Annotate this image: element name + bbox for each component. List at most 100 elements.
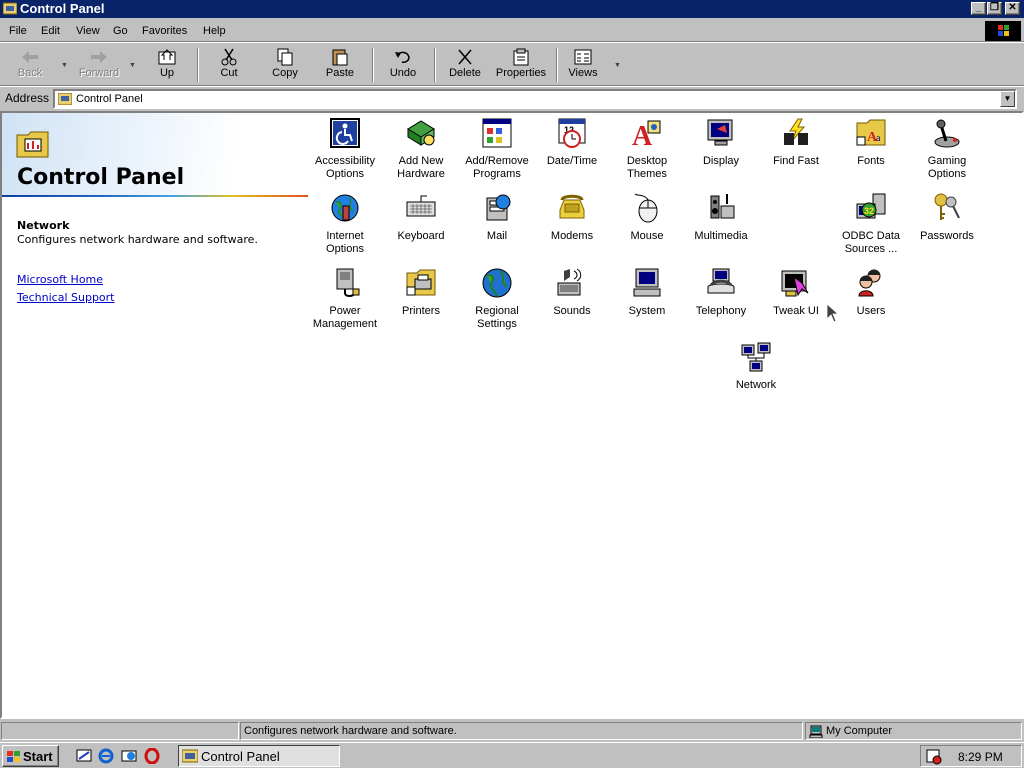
- date-time-item[interactable]: 12 Date/Time: [534, 117, 610, 168]
- restore-button[interactable]: ❐: [987, 2, 1002, 15]
- calendar-clock-icon: 12: [558, 118, 586, 148]
- computer-icon: [633, 268, 661, 297]
- copy-icon: [277, 48, 293, 66]
- find-fast-item[interactable]: Find Fast: [758, 117, 834, 168]
- users-icon: [858, 269, 881, 297]
- views-button[interactable]: Views: [562, 46, 604, 86]
- passwords-item[interactable]: Passwords: [909, 192, 985, 243]
- control-panel-folder-icon: [16, 131, 49, 158]
- joystick-icon: [934, 119, 960, 148]
- users-item[interactable]: Users: [833, 267, 909, 318]
- control-panel-icon: [182, 749, 198, 763]
- regional-settings-item[interactable]: Regional Settings: [459, 267, 535, 331]
- mail-item[interactable]: Mail: [459, 192, 535, 243]
- internet-explorer-icon[interactable]: [98, 748, 114, 764]
- toolbar-separator: [372, 48, 374, 82]
- keyboard-item[interactable]: Keyboard: [383, 192, 459, 243]
- internet-globe-icon: [331, 194, 359, 222]
- add-new-hardware-item[interactable]: Add New Hardware: [383, 117, 459, 181]
- monitor-icon: [707, 119, 733, 146]
- gaming-options-item[interactable]: Gaming Options: [909, 117, 985, 181]
- properties-icon: [513, 48, 529, 66]
- status-message: Configures network hardware and software…: [240, 722, 803, 740]
- address-bar: Address Control Panel ▼: [0, 88, 1024, 110]
- modems-item[interactable]: Modems: [534, 192, 610, 243]
- address-field[interactable]: Control Panel ▼: [53, 89, 1017, 109]
- copy-button[interactable]: Copy: [263, 46, 307, 86]
- power-management-item[interactable]: Power Management: [307, 267, 383, 331]
- outlook-express-icon[interactable]: [121, 748, 137, 764]
- fonts-item[interactable]: Aa Fonts: [833, 117, 909, 168]
- delete-button[interactable]: Delete: [443, 46, 487, 86]
- desktop-themes-item[interactable]: A Desktop Themes: [609, 117, 685, 181]
- status-zone-label: My Computer: [826, 725, 893, 737]
- close-button[interactable]: ✕: [1005, 2, 1020, 15]
- menu-file[interactable]: File: [9, 25, 27, 37]
- internet-options-item[interactable]: Internet Options: [307, 192, 383, 256]
- technical-support-link[interactable]: Technical Support: [17, 291, 115, 304]
- menu-view[interactable]: View: [76, 25, 100, 37]
- display-item[interactable]: Display: [683, 117, 759, 168]
- mouse-item[interactable]: Mouse: [609, 192, 685, 243]
- toolbar-separator: [556, 48, 558, 82]
- paste-button[interactable]: Paste: [318, 46, 362, 86]
- accessibility-options-item[interactable]: Accessibility Options: [307, 117, 383, 181]
- network-item[interactable]: Network: [718, 341, 794, 392]
- cut-button[interactable]: Cut: [207, 46, 251, 86]
- views-dropdown-icon[interactable]: ▼: [614, 62, 621, 69]
- svg-text:32: 32: [864, 206, 874, 216]
- telephone-icon: [707, 268, 735, 294]
- undo-icon: [395, 51, 410, 63]
- tweak-ui-item[interactable]: Tweak UI: [758, 267, 834, 318]
- windows-flag-icon: [7, 751, 20, 762]
- properties-button[interactable]: Properties: [494, 46, 548, 86]
- page-title: Control Panel: [17, 165, 185, 190]
- show-desktop-icon[interactable]: [76, 748, 92, 764]
- forward-dropdown-icon[interactable]: ▼: [129, 62, 136, 69]
- telephony-item[interactable]: Telephony: [683, 267, 759, 318]
- my-computer-icon: [809, 725, 823, 738]
- address-dropdown-button[interactable]: ▼: [1000, 91, 1015, 107]
- multimedia-item[interactable]: Multimedia: [683, 192, 759, 243]
- printers-item[interactable]: Printers: [383, 267, 459, 318]
- system-item[interactable]: System: [609, 267, 685, 318]
- views-grid-icon: [574, 49, 592, 65]
- forward-button[interactable]: Forward: [74, 46, 124, 86]
- desktop-themes-icon: A: [632, 120, 661, 149]
- fonts-folder-icon: Aa: [856, 119, 886, 146]
- menu-help[interactable]: Help: [203, 25, 226, 37]
- title-bar[interactable]: Control Panel _ ❐ ✕: [0, 0, 1024, 18]
- minimize-button[interactable]: _: [971, 2, 986, 15]
- menu-go[interactable]: Go: [113, 25, 128, 37]
- opera-icon[interactable]: [144, 748, 160, 764]
- selected-item-name: Network: [17, 219, 70, 232]
- menu-edit[interactable]: Edit: [41, 25, 60, 37]
- menu-favorites[interactable]: Favorites: [142, 25, 187, 37]
- add-remove-programs-item[interactable]: Add/Remove Programs: [459, 117, 535, 181]
- title-rule: [2, 195, 308, 197]
- folder-view: Control Panel Network Configures network…: [0, 111, 1024, 719]
- odbc-data-sources-item[interactable]: 32 ODBC Data Sources ...: [833, 192, 909, 256]
- mail-icon: [486, 194, 511, 221]
- menu-bar: File Edit View Go Favorites Help: [0, 20, 1024, 42]
- taskbar-button-control-panel[interactable]: Control Panel: [178, 745, 340, 767]
- forward-arrow-icon: [91, 51, 107, 63]
- multimedia-icon: [710, 194, 735, 219]
- back-button[interactable]: Back: [6, 46, 54, 86]
- add-remove-programs-icon: [482, 118, 512, 148]
- tweak-ui-icon: [781, 270, 809, 297]
- sounds-item[interactable]: Sounds: [534, 267, 610, 318]
- undo-button[interactable]: Undo: [381, 46, 425, 86]
- power-plug-icon: [336, 268, 360, 297]
- clock[interactable]: 8:29 PM: [958, 750, 1003, 764]
- mouse-icon: [634, 193, 658, 223]
- back-dropdown-icon[interactable]: ▼: [61, 62, 68, 69]
- microsoft-home-link[interactable]: Microsoft Home: [17, 273, 103, 286]
- accessibility-icon: [330, 118, 360, 148]
- up-button[interactable]: Up: [146, 46, 188, 86]
- selected-item-description: Configures network hardware and software…: [17, 233, 258, 246]
- start-button[interactable]: Start: [2, 745, 59, 767]
- scheduler-tray-icon[interactable]: [926, 749, 942, 765]
- scissors-icon: [221, 48, 237, 66]
- status-bar: Configures network hardware and software…: [0, 721, 1024, 741]
